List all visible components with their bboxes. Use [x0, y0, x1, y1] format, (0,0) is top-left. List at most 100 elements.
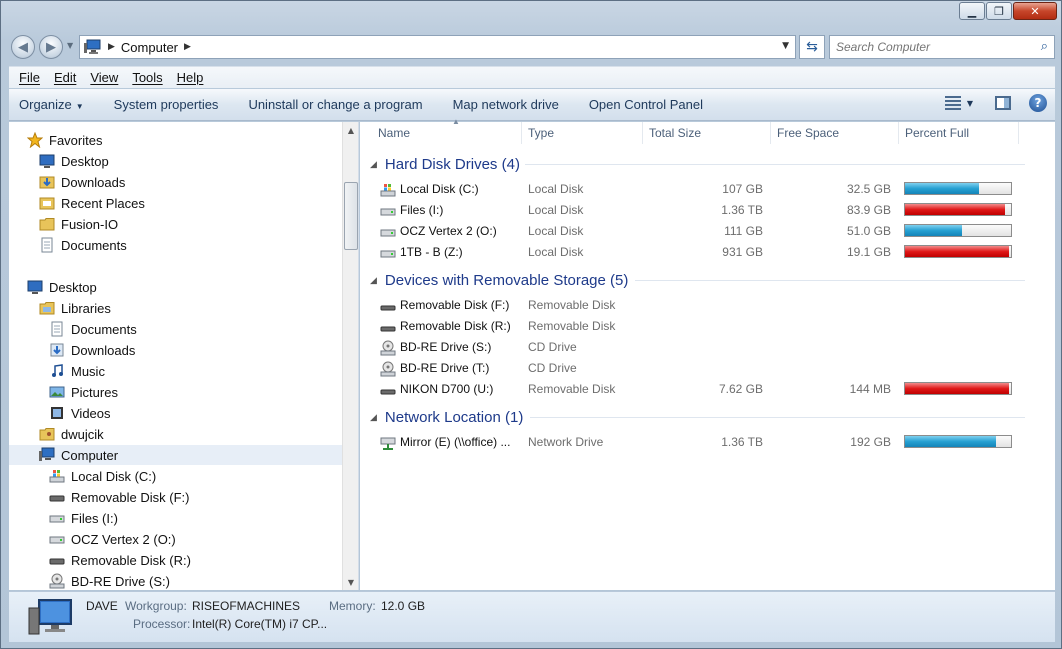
nav-scrollbar[interactable]: ▲ ▼	[342, 122, 358, 590]
column-header-type[interactable]: Type	[522, 122, 643, 144]
address-dropdown-icon[interactable]: ▼	[782, 41, 789, 51]
column-header-free-space[interactable]: Free Space	[771, 122, 899, 144]
drive-type: Local Disk	[528, 224, 584, 238]
nav-lib-pictures[interactable]: Pictures	[49, 382, 118, 402]
processor-value: Intel(R) Core(TM) i7 CP...	[192, 617, 328, 631]
nav-computer[interactable]: Computer	[9, 445, 342, 465]
breadcrumb-computer[interactable]: Computer	[121, 40, 178, 55]
nav-fav-recent-places[interactable]: Recent Places	[39, 193, 145, 213]
nav-lib-music[interactable]: Music	[49, 361, 105, 381]
nav-fav-desktop[interactable]: Desktop	[39, 151, 109, 171]
collapse-triangle-icon[interactable]: ◢	[370, 159, 377, 170]
collapse-triangle-icon[interactable]: ◢	[370, 275, 377, 286]
view-controls: ▼ ?	[944, 94, 1047, 112]
nav-lib-downloads[interactable]: Downloads	[49, 340, 135, 360]
breadcrumb-chevron-icon[interactable]: ▶	[184, 42, 191, 52]
drive-row[interactable]: BD-RE Drive (S:) CD Drive	[360, 337, 1055, 358]
column-label: Total Size	[649, 126, 702, 140]
forward-button[interactable]: ▶	[39, 35, 63, 59]
scroll-thumb[interactable]	[344, 182, 358, 250]
drive-row[interactable]: 1TB - B (Z:) Local Disk 931 GB 19.1 GB	[360, 242, 1055, 263]
drive-type: Local Disk	[528, 203, 584, 217]
removable-disk-icon	[380, 326, 396, 332]
memory-value: 12.0 GB	[381, 599, 426, 613]
nav-drive-o[interactable]: OCZ Vertex 2 (O:)	[49, 529, 176, 549]
nav-fav-documents[interactable]: Documents	[39, 235, 127, 255]
nav-drive-s[interactable]: BD-RE Drive (S:)	[49, 571, 170, 590]
drive-row[interactable]: Removable Disk (R:) Removable Disk	[360, 316, 1055, 337]
breadcrumb-separator-icon[interactable]: ▶	[108, 42, 115, 52]
view-options-dropdown-icon[interactable]: ▼	[967, 99, 973, 108]
drive-row[interactable]: NIKON D700 (U:) Removable Disk 7.62 GB 144 …	[360, 379, 1055, 400]
column-header-total-size[interactable]: Total Size	[643, 122, 771, 144]
collapse-triangle-icon[interactable]: ◢	[370, 412, 377, 423]
system-properties-button[interactable]: System properties	[114, 97, 219, 112]
search-box[interactable]: ⌕	[829, 35, 1055, 59]
search-input[interactable]	[836, 40, 1026, 54]
nav-label: Removable Disk (R:)	[71, 552, 191, 568]
nav-fav-downloads[interactable]: Downloads	[39, 172, 125, 192]
drive-row[interactable]: Removable Disk (F:) Removable Disk	[360, 295, 1055, 316]
menu-file[interactable]: File	[19, 70, 40, 85]
drive-name: Local Disk (C:)	[400, 182, 479, 196]
drive-free-space: 32.5 GB	[846, 182, 891, 196]
drive-type: Local Disk	[528, 245, 584, 259]
drive-total-size: 1.36 TB	[721, 435, 763, 449]
open-control-panel-button[interactable]: Open Control Panel	[589, 97, 703, 112]
menu-edit[interactable]: Edit	[54, 70, 76, 85]
refresh-button[interactable]: ⇆	[799, 35, 825, 59]
menu-tools[interactable]: Tools	[132, 70, 162, 85]
group-removable-storage[interactable]: ◢ Devices with Removable Storage (5)	[370, 269, 628, 291]
nav-lib-documents[interactable]: Documents	[49, 319, 137, 339]
column-label: Free Space	[777, 126, 840, 140]
recent-pages-dropdown[interactable]: ▼	[67, 41, 73, 50]
address-bar[interactable]: ▶ Computer ▶ ▼	[79, 35, 796, 59]
removable-disk-icon	[380, 305, 396, 311]
hard-drive-icon	[49, 536, 65, 544]
nav-drive-c[interactable]: Local Disk (C:)	[49, 466, 156, 486]
search-icon[interactable]: ⌕	[1041, 39, 1048, 54]
drive-row[interactable]: OCZ Vertex 2 (O:) Local Disk 111 GB 51.0 GB	[360, 221, 1055, 242]
group-label: Network Location (1)	[384, 408, 524, 426]
drive-row[interactable]: BD-RE Drive (T:) CD Drive	[360, 358, 1055, 379]
minimize-button[interactable]: ▁	[959, 2, 985, 20]
hard-drive-icon	[380, 250, 396, 258]
preview-pane-icon[interactable]	[995, 96, 1011, 110]
nav-drive-r[interactable]: Removable Disk (R:)	[49, 550, 191, 570]
drive-row[interactable]: Mirror (E) (\\office) ... Network Drive 1.…	[360, 432, 1055, 453]
uninstall-program-button[interactable]: Uninstall or change a program	[248, 97, 422, 112]
drive-row[interactable]: Local Disk (C:) Local Disk 107 GB 32.5 GB	[360, 179, 1055, 200]
close-button[interactable]: ✕	[1013, 2, 1057, 20]
nav-user-folder[interactable]: dwujcik	[39, 424, 104, 444]
nav-drive-f[interactable]: Removable Disk (F:)	[49, 487, 189, 507]
computer-icon	[39, 447, 55, 461]
map-network-drive-button[interactable]: Map network drive	[453, 97, 559, 112]
nav-fav-fusion-io[interactable]: Fusion-IO	[39, 214, 118, 234]
downloads-icon	[50, 343, 64, 357]
menu-help[interactable]: Help	[177, 70, 204, 85]
drive-free-space: 19.1 GB	[846, 245, 891, 259]
group-network-location[interactable]: ◢ Network Location (1)	[370, 406, 523, 428]
group-hard-disk-drives[interactable]: ◢ Hard Disk Drives (4)	[370, 153, 520, 175]
drive-row[interactable]: Files (I:) Local Disk 1.36 TB 83.9 GB	[360, 200, 1055, 221]
menu-view[interactable]: View	[90, 70, 118, 85]
nav-desktop[interactable]: Desktop	[27, 277, 97, 297]
scroll-up-icon[interactable]: ▲	[343, 122, 358, 138]
column-header-name[interactable]: ▲ Name	[372, 117, 522, 144]
nav-label: Desktop	[61, 153, 109, 169]
nav-favorites[interactable]: Favorites	[27, 130, 102, 150]
help-icon[interactable]: ?	[1029, 94, 1047, 112]
back-button[interactable]: ◀	[11, 35, 35, 59]
percent-full-fill	[905, 204, 1005, 215]
organize-button[interactable]: Organize ▼	[19, 97, 84, 112]
nav-lib-videos[interactable]: Videos	[49, 403, 111, 423]
change-view-icon[interactable]	[944, 96, 961, 110]
nav-drive-i[interactable]: Files (I:)	[49, 508, 118, 528]
maximize-button[interactable]: ❐	[986, 2, 1012, 20]
nav-libraries[interactable]: Libraries	[39, 298, 111, 318]
percent-full-fill	[905, 225, 963, 236]
scroll-down-icon[interactable]: ▼	[343, 574, 358, 590]
removable-disk-icon	[49, 558, 65, 565]
column-header-percent-full[interactable]: Percent Full	[899, 122, 1019, 144]
network-drive-icon	[380, 437, 396, 450]
